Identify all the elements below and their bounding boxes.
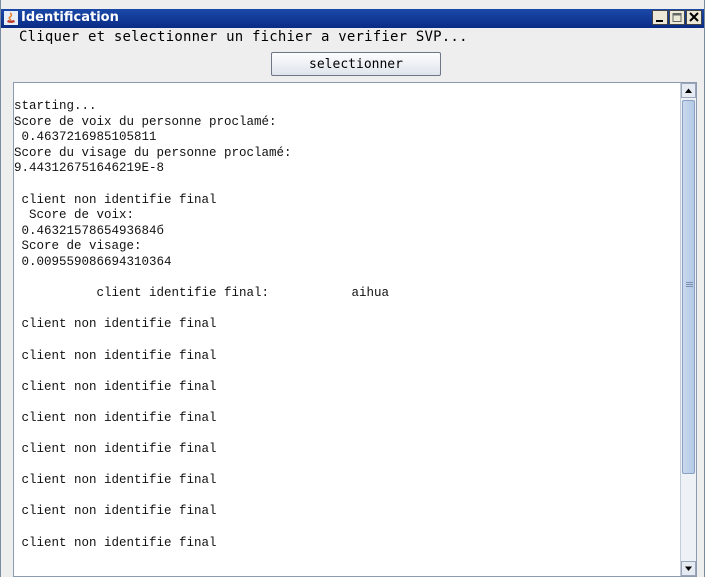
minimize-icon[interactable] [652,10,668,25]
log-line: client non identifie final [14,192,217,207]
log-text-area[interactable]: starting... Score de voix du personne pro… [13,82,697,577]
select-file-button[interactable]: selectionner [271,52,441,76]
log-line: Score de voix du personne proclamé: [14,114,277,129]
scrollbar-thumb[interactable] [682,100,695,474]
vertical-scrollbar[interactable] [680,83,696,576]
log-line: client non identifie final [14,504,217,519]
java-app-icon [4,11,18,25]
log-line: client non identifie final [14,410,217,425]
window-title: Identification [21,10,119,25]
log-line: 9.443126751646219E-8 [14,161,165,176]
log-line: client identifie final: aihua [14,286,390,301]
log-line: 0.009559086694310364 [14,254,172,269]
log-line: client non identifie final [14,535,217,550]
log-line: client non identifie final [14,348,217,363]
log-line: starting... [14,99,97,113]
window-controls [652,10,702,25]
log-line: client non identifie final [14,442,217,457]
log-line: Score de visage: [14,239,142,254]
identification-window: Identification Cliquer et selectionner u… [0,0,705,577]
log-line: client non identifie final [14,379,217,394]
log-line: client non identifie final [14,317,217,332]
log-output: starting... Score de voix du personne pro… [14,99,674,551]
log-line: client non identifie final [14,473,217,488]
maximize-icon[interactable] [669,10,685,25]
close-icon[interactable] [686,10,702,25]
scroll-down-icon[interactable] [681,561,696,576]
instruction-label: Cliquer et selectionner un fichier a ver… [19,29,468,45]
log-line: 0.4632157865493684б [14,223,165,238]
log-line: 0.4637216985105811 [14,130,157,145]
title-bar[interactable]: Identification [1,9,704,28]
log-line: Score de voix: [14,208,135,223]
log-line: Score du visage du personne proclamé: [14,145,292,160]
scroll-up-icon[interactable] [681,83,696,98]
